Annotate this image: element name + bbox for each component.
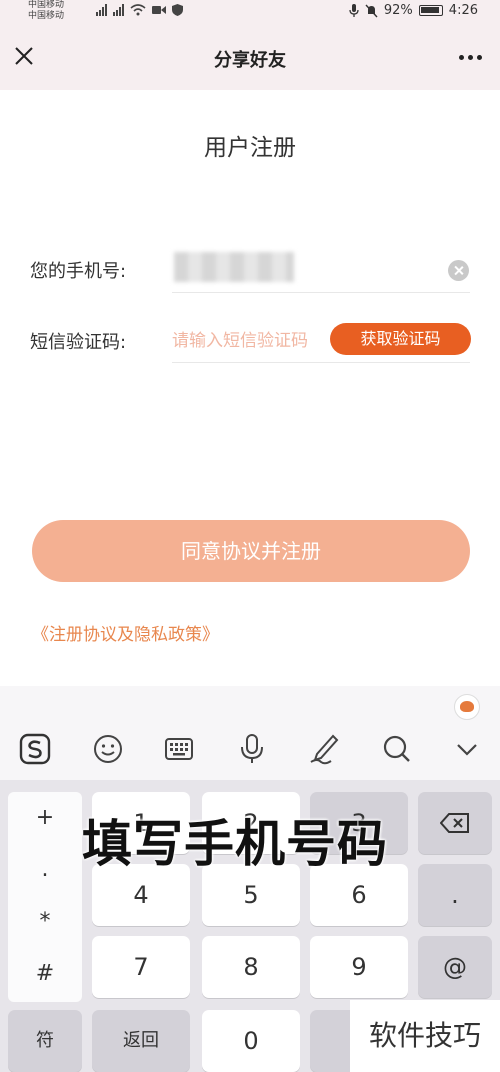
emoji-icon[interactable] [91,732,125,766]
status-right: 92% 4:26 [349,3,478,18]
carrier-1: 中国移动 [28,0,65,10]
overlay-caption: 填写手机号码 [82,815,388,873]
signal-icon [113,4,124,16]
register-button[interactable]: 同意协议并注册 [32,520,470,582]
microphone-icon[interactable] [235,732,269,766]
signal-icons [96,4,183,16]
carrier-2: 中国移动 [28,11,65,21]
symbols-key[interactable]: 符 [8,1010,82,1072]
key-asterisk[interactable]: * [8,896,82,948]
phone-label: 您的手机号: [30,261,127,282]
key-hash[interactable]: # [8,948,82,1000]
symbol-column: + . * # [8,792,82,1002]
key-at[interactable]: @ [418,936,492,998]
backspace-key[interactable] [418,792,492,854]
signal-icon [96,4,107,16]
keyboard-icon[interactable] [162,732,196,766]
policy-link[interactable]: 《注册协议及隐私政策》 [32,620,219,645]
key-0[interactable]: 0 [202,1010,300,1072]
page-title: 分享好友 [214,50,286,71]
mascot-icon[interactable] [454,694,480,720]
code-input[interactable] [172,326,320,356]
clear-icon[interactable] [448,260,469,281]
mute-bell-icon [365,4,378,17]
key-8[interactable]: 8 [202,936,300,998]
key-plus[interactable]: + [8,792,82,844]
get-code-button[interactable]: 获取验证码 [330,323,471,355]
key-7[interactable]: 7 [92,936,190,998]
clock: 4:26 [448,3,478,18]
wifi-icon [130,4,146,16]
sogou-logo-icon[interactable] [18,732,52,766]
video-icon [152,6,166,14]
more-icon[interactable] [459,55,482,60]
chevron-down-icon[interactable] [450,732,484,766]
battery-percent: 92% [383,3,413,18]
key-dot[interactable]: . [8,844,82,896]
code-underline [172,362,470,363]
search-icon[interactable] [380,732,414,766]
key-period[interactable]: . [418,864,492,926]
shield-icon [172,4,183,16]
mic-icon [349,3,359,17]
key-9[interactable]: 9 [310,936,408,998]
status-bar: 中国移动 中国移动 92% 4:26 [0,0,500,24]
code-label: 短信验证码: [30,332,127,353]
phone-input[interactable] [174,252,294,282]
keyboard-toolbar [0,686,500,780]
back-key[interactable]: 返回 [92,1010,190,1072]
battery-icon [418,5,443,16]
title-bar: 分享好友 [0,24,500,90]
backspace-icon [439,813,469,833]
watermark: 软件技巧 [350,1000,500,1072]
form-title: 用户注册 [204,135,296,161]
handwriting-icon[interactable] [307,732,341,766]
phone-underline [172,292,470,293]
carrier-info: 中国移动 中国移动 [28,0,64,22]
